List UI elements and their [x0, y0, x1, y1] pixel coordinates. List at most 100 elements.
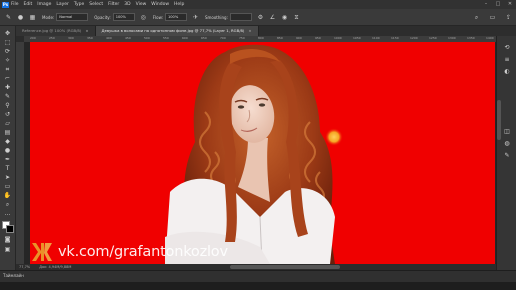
tab-reference[interactable]: Reference.jpg @ 100% (RGB/8) × [16, 26, 96, 36]
menu-layer[interactable]: Layer [56, 0, 69, 9]
menu-view[interactable]: View [136, 0, 147, 9]
ruler-tick-label: 250 [49, 36, 55, 40]
maximize-button[interactable]: □ [492, 0, 504, 9]
blur-tool-icon[interactable]: ◆ [3, 138, 12, 145]
tab-label: Reference.jpg @ 100% (RGB/8) [22, 28, 82, 33]
dodge-tool-icon[interactable]: ● [3, 147, 12, 154]
marquee-tool-icon[interactable]: ⬚ [3, 39, 12, 46]
eraser-tool-icon[interactable]: ▱ [3, 120, 12, 127]
ruler-tick-label: 1000 [334, 36, 342, 40]
document-canvas[interactable] [30, 42, 495, 264]
background-color-swatch[interactable] [6, 225, 14, 233]
ruler-tick-label: 750 [239, 36, 245, 40]
ruler-tick-label: 1400 [486, 36, 494, 40]
pen-tool-icon[interactable]: ✒ [3, 156, 12, 163]
vertical-scrollbar[interactable] [497, 100, 501, 140]
path-select-tool-icon[interactable]: ➤ [3, 174, 12, 181]
hand-tool-icon[interactable]: ✋ [3, 192, 12, 199]
flow-label: Flow: [152, 14, 163, 20]
clone-stamp-tool-icon[interactable]: ⚲ [3, 102, 12, 109]
menu-file[interactable]: File [11, 0, 19, 9]
ruler-tick-label: 1250 [429, 36, 437, 40]
zoom-level[interactable]: 77,7% [19, 265, 30, 269]
channels-panel-icon[interactable]: ◍ [503, 140, 511, 147]
more-tools-icon[interactable]: … [3, 210, 12, 217]
photo-woman-red-background [165, 44, 343, 264]
history-panel-icon[interactable]: ⟲ [503, 44, 511, 51]
workspace-icon[interactable]: ▭ [489, 14, 496, 21]
healing-brush-tool-icon[interactable]: ✚ [3, 84, 12, 91]
minimize-button[interactable]: – [480, 0, 492, 9]
menu-filter[interactable]: Filter [108, 0, 119, 9]
quick-select-tool-icon[interactable]: ✧ [3, 57, 12, 64]
watermark-logo-icon [32, 243, 52, 261]
ruler-tick-label: 900 [296, 36, 302, 40]
pressure-opacity-icon[interactable]: ◎ [140, 14, 147, 21]
ruler-tick-label: 800 [258, 36, 264, 40]
ruler-tick-label: 1150 [391, 36, 399, 40]
brush-settings-icon[interactable]: ▦ [29, 14, 36, 21]
paths-panel-icon[interactable]: ✎ [503, 152, 511, 159]
menu-help[interactable]: Help [174, 0, 184, 9]
close-tab-icon[interactable]: × [248, 28, 251, 33]
ruler-tick-label: 1350 [467, 36, 475, 40]
angle-icon[interactable]: ∠ [269, 14, 276, 21]
search-icon[interactable]: ⌕ [473, 14, 480, 21]
history-brush-tool-icon[interactable]: ↺ [3, 111, 12, 118]
shape-tool-icon[interactable]: ▭ [3, 183, 12, 190]
flow-field[interactable]: 100% [164, 13, 187, 21]
photoshop-logo-icon: Ps [2, 1, 9, 8]
properties-panel-icon[interactable]: ≡ [503, 56, 511, 63]
brush-tool-icon[interactable]: ✎ [5, 14, 12, 21]
mode-label: Mode: [42, 14, 55, 20]
zoom-tool-icon[interactable]: ⌕ [3, 201, 12, 208]
pressure-size-icon[interactable]: ◉ [281, 14, 288, 21]
ruler-tick-label: 350 [87, 36, 93, 40]
opacity-label: Opacity: [94, 14, 111, 20]
crop-tool-icon[interactable]: ⌗ [3, 66, 12, 73]
adjustments-panel-icon[interactable]: ◐ [503, 68, 511, 75]
gradient-tool-icon[interactable]: ▤ [3, 129, 12, 136]
brush-tool-icon[interactable]: ✎ [3, 93, 12, 100]
move-tool-icon[interactable]: ✥ [3, 30, 12, 37]
menu-bar: Ps File Edit Image Layer Type Select Fil… [0, 0, 516, 9]
screen-mode-icon[interactable]: ▣ [3, 246, 12, 253]
ruler-tick-label: 200 [30, 36, 36, 40]
menu-3d[interactable]: 3D [124, 0, 130, 9]
eyedropper-tool-icon[interactable]: ⌐ [3, 75, 12, 82]
ruler-tick-label: 1050 [353, 36, 361, 40]
close-button[interactable]: ✕ [504, 0, 516, 9]
opacity-field[interactable]: 100% [112, 13, 135, 21]
smoothing-field[interactable] [229, 13, 252, 21]
timeline-tab[interactable]: Таймлайн [3, 273, 24, 278]
lasso-tool-icon[interactable]: ⟳ [3, 48, 12, 55]
mode-select[interactable]: Normal [56, 13, 89, 21]
layers-panel-icon[interactable]: ◫ [503, 128, 511, 135]
menu-window[interactable]: Window [151, 0, 169, 9]
brush-cursor-icon [325, 128, 343, 146]
menu-select[interactable]: Select [89, 0, 103, 9]
menu-edit[interactable]: Edit [24, 0, 33, 9]
close-tab-icon[interactable]: × [85, 28, 88, 33]
share-icon[interactable]: ⇪ [505, 14, 512, 21]
ruler-tick-label: 1300 [448, 36, 456, 40]
ruler-tick-label: 550 [163, 36, 169, 40]
airbrush-icon[interactable]: ✈ [192, 14, 199, 21]
ruler-tick-label: 700 [220, 36, 226, 40]
quick-mask-icon[interactable]: ◙ [3, 236, 12, 243]
ruler-tick-label: 400 [106, 36, 112, 40]
horizontal-scrollbar[interactable] [230, 265, 340, 269]
smoothing-options-gear-icon[interactable]: ⚙ [257, 14, 264, 21]
ruler-tick-label: 1100 [372, 36, 380, 40]
menu-image[interactable]: Image [37, 0, 51, 9]
menu-type[interactable]: Type [74, 0, 84, 9]
brush-preset-picker-icon[interactable]: ● [17, 14, 24, 21]
tab-label: Девушка в волосами на однотонном фоне.jp… [101, 28, 245, 33]
tab-active-document[interactable]: Девушка в волосами на однотонном фоне.jp… [95, 26, 259, 36]
symmetry-icon[interactable]: ⧖ [293, 14, 300, 21]
ruler-tick-label: 850 [277, 36, 283, 40]
tools-panel: ✥ ⬚ ⟳ ✧ ⌗ ⌐ ✚ ✎ ⚲ ↺ ▱ ▤ ◆ ● ✒ T ➤ ▭ ✋ ⌕ … [0, 26, 16, 270]
screen-bottom-edge [0, 282, 516, 290]
smoothing-label: Smoothing: [204, 14, 228, 20]
type-tool-icon[interactable]: T [3, 165, 12, 172]
